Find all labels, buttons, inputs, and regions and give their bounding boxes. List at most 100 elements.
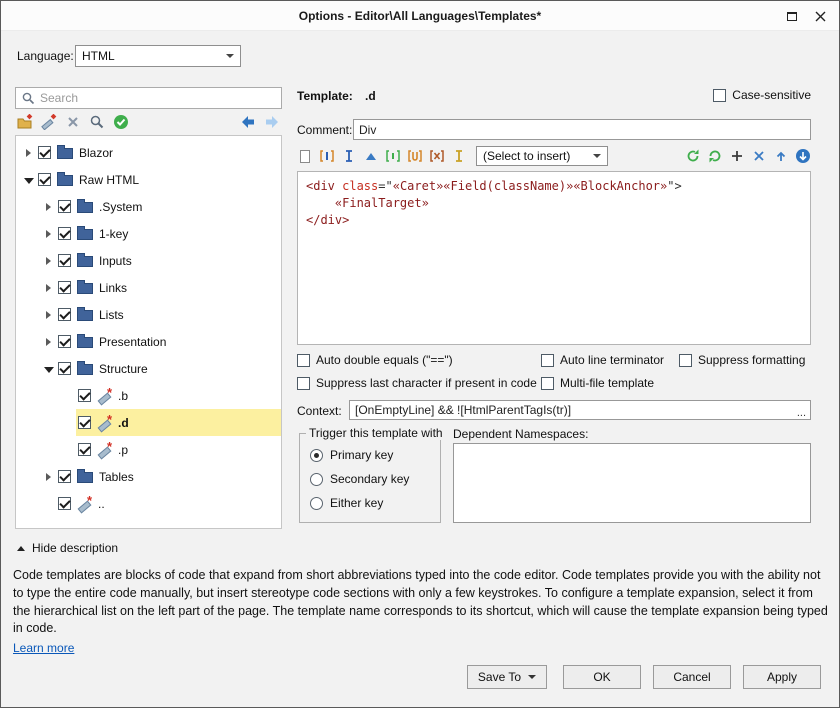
checkbox[interactable] — [38, 173, 51, 186]
target-marker-icon[interactable] — [429, 148, 445, 164]
move-up-icon[interactable] — [773, 148, 789, 164]
expand-template-icon[interactable] — [685, 148, 701, 164]
case-sensitive-checkbox[interactable]: Case-sensitive — [713, 88, 811, 102]
maximize-button[interactable] — [777, 1, 807, 31]
template-code-editor[interactable]: <div class="«Caret»«Field(className)»«Bl… — [297, 171, 811, 345]
drop-marker-icon[interactable] — [451, 148, 467, 164]
marker-icon[interactable] — [363, 148, 379, 164]
tree-item-b[interactable]: .b — [16, 382, 281, 409]
caret-icon[interactable] — [341, 148, 357, 164]
checkbox[interactable] — [58, 227, 71, 240]
tree-item-p[interactable]: .p — [16, 436, 281, 463]
checkbox[interactable] — [541, 354, 554, 367]
context-browse-button[interactable]: ... — [797, 407, 806, 419]
find-icon[interactable] — [89, 114, 105, 130]
apply-button[interactable]: Apply — [743, 665, 821, 689]
expand-icon[interactable] — [42, 254, 56, 268]
block-anchor-icon[interactable] — [385, 148, 401, 164]
tree-item-inputs[interactable]: Inputs — [16, 247, 281, 274]
refresh-icon[interactable] — [707, 148, 723, 164]
check-all-icon[interactable] — [113, 114, 129, 130]
tree-item-links[interactable]: Links — [16, 274, 281, 301]
cancel-button[interactable]: Cancel — [653, 665, 731, 689]
context-input[interactable] — [349, 400, 811, 420]
expand-icon[interactable] — [42, 308, 56, 322]
tree-item-blazor[interactable]: Blazor — [16, 139, 281, 166]
checkbox[interactable] — [78, 416, 91, 429]
checkbox[interactable] — [58, 362, 71, 375]
suppress-formatting-checkbox[interactable]: Suppress formatting — [679, 353, 805, 367]
expand-icon[interactable] — [42, 281, 56, 295]
checkbox[interactable] — [78, 443, 91, 456]
tree-item-1-key[interactable]: 1-key — [16, 220, 281, 247]
radio-icon[interactable] — [310, 473, 323, 486]
tree-item-structure[interactable]: Structure — [16, 355, 281, 382]
back-arrow-icon[interactable] — [240, 114, 256, 130]
comment-input[interactable] — [353, 119, 811, 140]
text-field-icon[interactable] — [319, 148, 335, 164]
add-icon[interactable] — [729, 148, 745, 164]
template-editor-panel: Template: .d Case-sensitive Comment: — [297, 87, 811, 537]
tree-item-dot-dot[interactable]: .. — [16, 490, 281, 517]
ok-button[interactable]: OK — [563, 665, 641, 689]
expand-icon[interactable] — [42, 200, 56, 214]
tree-item-d[interactable]: .d — [16, 409, 281, 436]
collapse-icon[interactable] — [22, 173, 36, 187]
auto-line-terminator-checkbox[interactable]: Auto line terminator — [541, 353, 664, 367]
checkbox[interactable] — [58, 335, 71, 348]
checkbox[interactable] — [58, 497, 71, 510]
suppress-last-character-checkbox[interactable]: Suppress last character if present in co… — [297, 376, 537, 390]
tree-item-tables[interactable]: Tables — [16, 463, 281, 490]
move-down-icon[interactable] — [795, 148, 811, 164]
radio-icon[interactable] — [310, 449, 323, 462]
primary-key-radio[interactable]: Primary key — [310, 448, 393, 462]
dependent-namespaces-box[interactable] — [453, 443, 811, 523]
checkbox[interactable] — [58, 254, 71, 267]
tree-item-label: Structure — [99, 362, 148, 376]
checkbox[interactable] — [679, 354, 692, 367]
tree-item-presentation[interactable]: Presentation — [16, 328, 281, 355]
secondary-key-radio[interactable]: Secondary key — [310, 472, 409, 486]
checkbox[interactable] — [713, 89, 726, 102]
search-input[interactable] — [40, 91, 281, 105]
checkbox[interactable] — [58, 308, 71, 321]
description-block: Code templates are blocks of code that e… — [13, 567, 831, 657]
hide-description-toggle[interactable]: Hide description — [17, 541, 118, 555]
save-to-button[interactable]: Save To — [467, 665, 547, 689]
option-label: Auto line terminator — [560, 353, 664, 367]
remove-icon[interactable] — [751, 148, 767, 164]
forward-arrow-icon[interactable] — [264, 114, 280, 130]
expand-icon[interactable] — [42, 335, 56, 349]
context-label: Context: — [297, 404, 342, 418]
collapse-icon[interactable] — [42, 362, 56, 376]
linked-identifier-icon[interactable] — [407, 148, 423, 164]
delete-icon[interactable] — [65, 114, 81, 130]
expand-icon[interactable] — [22, 146, 36, 160]
checkbox[interactable] — [297, 377, 310, 390]
either-key-radio[interactable]: Either key — [310, 496, 383, 510]
radio-icon[interactable] — [310, 497, 323, 510]
checkbox[interactable] — [58, 200, 71, 213]
checkbox[interactable] — [297, 354, 310, 367]
checkbox[interactable] — [78, 389, 91, 402]
expand-icon[interactable] — [42, 470, 56, 484]
template-tree: Blazor Raw HTML .System 1-key Inputs Lin… — [15, 135, 282, 529]
checkbox[interactable] — [58, 470, 71, 483]
tree-item-lists[interactable]: Lists — [16, 301, 281, 328]
auto-double-equals-checkbox[interactable]: Auto double equals ("==") — [297, 353, 453, 367]
select-to-insert-dropdown[interactable]: (Select to insert) — [476, 146, 608, 166]
new-document-icon[interactable] — [297, 148, 313, 164]
new-category-icon[interactable] — [17, 114, 33, 130]
checkbox[interactable] — [38, 146, 51, 159]
new-template-icon[interactable] — [41, 114, 57, 130]
checkbox[interactable] — [541, 377, 554, 390]
language-dropdown[interactable]: HTML — [75, 45, 241, 67]
option-label: Suppress last character if present in co… — [316, 376, 537, 390]
learn-more-link[interactable]: Learn more — [13, 641, 74, 655]
checkbox[interactable] — [58, 281, 71, 294]
multi-file-template-checkbox[interactable]: Multi-file template — [541, 376, 654, 390]
close-button[interactable] — [805, 1, 835, 31]
tree-item-system[interactable]: .System — [16, 193, 281, 220]
expand-icon[interactable] — [42, 227, 56, 241]
tree-item-raw-html[interactable]: Raw HTML — [16, 166, 281, 193]
